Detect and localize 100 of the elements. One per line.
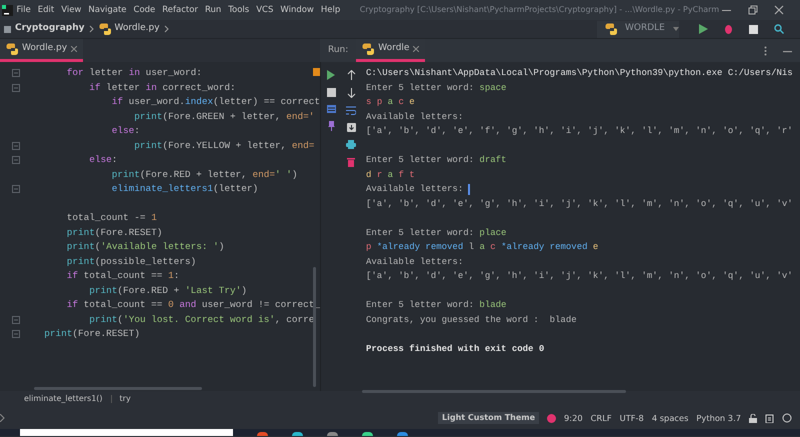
fold-marker-icon[interactable] xyxy=(12,156,20,164)
menu-item[interactable]: Refactor xyxy=(158,4,202,16)
theme-indicator[interactable]: Light Custom Theme xyxy=(438,412,540,424)
console-line: Congrats, you guessed the word : blade xyxy=(366,314,577,326)
fold-marker-icon[interactable] xyxy=(12,84,20,92)
rerun-icon[interactable] xyxy=(327,70,335,80)
python-file-icon xyxy=(362,43,374,55)
python-file-icon xyxy=(6,43,18,55)
print-icon[interactable] xyxy=(346,140,356,149)
soft-wrap-icon[interactable] xyxy=(346,106,356,115)
taskbar-app-icon[interactable] xyxy=(397,432,408,436)
menu-item[interactable]: Window xyxy=(276,4,318,16)
status-item[interactable]: UTF-8 xyxy=(620,412,644,424)
console-line: p *already removed l a c *already removed e xyxy=(366,241,598,254)
code-line: print(Fore.GREEN + letter, end=' xyxy=(133,110,314,124)
stop-icon[interactable] xyxy=(326,88,336,97)
fold-marker-icon[interactable] xyxy=(12,330,20,338)
code-line: if total_count == 0 and user_word != correct_ xyxy=(66,298,320,312)
code-line: else: xyxy=(88,153,118,167)
arrow-up-icon[interactable] xyxy=(346,70,356,80)
close-icon[interactable] xyxy=(413,46,420,52)
taskbar-app-icon[interactable] xyxy=(327,432,338,436)
console-line: ['a', 'b', 'd', 'e', 'g', 'h', 'i', 'j', 'k', 'l', 'm', 'n', 'o', 'q', 'u', 'v' xyxy=(366,198,793,210)
inspector-icon[interactable] xyxy=(765,414,774,422)
code-line: for letter in user_word: xyxy=(66,66,202,80)
notifications-icon[interactable] xyxy=(782,413,792,423)
status-item[interactable]: Python 3.7 xyxy=(696,412,741,424)
breadcrumb-item[interactable]: eliminate_letters1() xyxy=(24,393,103,405)
debug-icon[interactable] xyxy=(724,24,733,34)
scrollbar[interactable] xyxy=(34,387,202,390)
code-line: else: xyxy=(110,124,140,138)
breadcrumb-item[interactable]: Wordle.py xyxy=(114,22,160,36)
console-line: C:\Users\Nishant\AppData\Local\Programs\Python\Python39\python.exe C:/Users/Nis xyxy=(366,67,793,80)
code-line: print(Fore.YELLOW + letter, end= xyxy=(133,138,314,152)
code-line: print(Fore.RESET) xyxy=(44,327,140,341)
code-line: if user_word.index(letter) == correct xyxy=(110,95,320,109)
console-line: s p a c e xyxy=(366,96,415,109)
taskbar-app-icon[interactable] xyxy=(362,432,373,436)
console-line: ['a', 'b', 'd', 'e', 'f', 'g', 'h', 'i', 'j', 'k', 'l', 'm', 'n', 'o', 'q', 'r' xyxy=(366,125,793,138)
code-line: print(Fore.RESET) xyxy=(66,226,162,240)
code-line: print('You lost. Correct word is', corre xyxy=(88,312,314,326)
code-line: if total_count == 1: xyxy=(66,269,180,283)
menu-item[interactable]: Code xyxy=(130,4,159,16)
breadcrumb-item[interactable]: try xyxy=(120,393,131,405)
console-line: Available letters: xyxy=(366,182,470,196)
lock-icon[interactable] xyxy=(749,414,757,422)
bookmark-icon xyxy=(313,68,320,76)
fold-marker-icon[interactable] xyxy=(12,185,20,193)
status-dot-icon xyxy=(547,414,556,422)
stop-icon[interactable] xyxy=(749,24,758,34)
taskbar-search-field[interactable] xyxy=(20,429,233,436)
folder-icon xyxy=(4,26,11,32)
menu-item[interactable]: Navigate xyxy=(84,4,130,16)
taskbar-app-icon[interactable] xyxy=(292,432,303,436)
console-line: Enter 5 letter word: draft xyxy=(366,154,506,167)
run-icon[interactable] xyxy=(699,24,708,34)
console-line: Available letters: xyxy=(366,256,464,268)
search-icon[interactable] xyxy=(774,24,784,34)
pin-icon[interactable] xyxy=(328,121,334,131)
console-line: Process finished with exit code 0 xyxy=(366,342,544,356)
taskbar-app-icon[interactable] xyxy=(257,432,268,436)
more-options-icon[interactable] xyxy=(764,46,767,56)
scroll-to-end-icon[interactable] xyxy=(346,123,356,132)
fold-marker-icon[interactable] xyxy=(12,69,20,77)
chevron-right-icon xyxy=(88,25,95,33)
panel-icon xyxy=(0,414,5,422)
menu-item[interactable]: Edit xyxy=(34,4,58,16)
menu-item[interactable]: View xyxy=(58,4,85,16)
code-line: total_count -= 1 xyxy=(66,211,157,225)
menu-item[interactable]: Tools xyxy=(224,4,253,16)
close-icon[interactable] xyxy=(774,5,784,15)
console-line: Enter 5 letter word: blade xyxy=(366,299,506,312)
menu-item[interactable]: Help xyxy=(317,4,344,16)
arrow-down-icon[interactable] xyxy=(346,88,356,98)
menu-item[interactable]: VCS xyxy=(252,4,277,16)
console-line: Enter 5 letter word: space xyxy=(366,82,506,94)
status-item[interactable]: CRLF xyxy=(590,412,612,424)
menu-item[interactable]: Run xyxy=(201,4,225,16)
console-line: Enter 5 letter word: place xyxy=(366,226,506,240)
menu-item[interactable]: File xyxy=(13,4,34,16)
status-item[interactable]: 9:20 xyxy=(564,412,583,424)
breadcrumb-item[interactable]: Cryptography xyxy=(15,22,85,36)
restore-icon[interactable] xyxy=(748,5,758,15)
trash-icon[interactable] xyxy=(347,157,355,167)
code-line: print(Fore.RED + 'Last Try') xyxy=(88,284,247,298)
scrollbar[interactable] xyxy=(362,390,626,393)
chevron-right-icon xyxy=(164,25,170,33)
console-line: Available letters: xyxy=(366,110,464,124)
editor-tab[interactable]: Wordle.py xyxy=(0,39,84,62)
status-item[interactable]: 4 spaces xyxy=(652,412,688,424)
fold-marker-icon[interactable] xyxy=(12,142,20,150)
fold-marker-icon[interactable] xyxy=(12,316,20,324)
app-logo-icon xyxy=(2,4,13,16)
code-line: if letter in correct_word: xyxy=(88,80,236,94)
run-config-dropdown[interactable]: WORDLE xyxy=(597,20,679,38)
layout-icon[interactable] xyxy=(326,105,336,113)
python-icon xyxy=(605,23,617,35)
run-panel-label: Run: xyxy=(327,44,350,57)
console-line: ['a', 'b', 'd', 'e', 'g', 'h', 'i', 'j', 'k', 'l', 'm', 'n', 'o', 'q', 'u', 'v' xyxy=(366,270,793,283)
close-icon[interactable] xyxy=(71,46,78,52)
